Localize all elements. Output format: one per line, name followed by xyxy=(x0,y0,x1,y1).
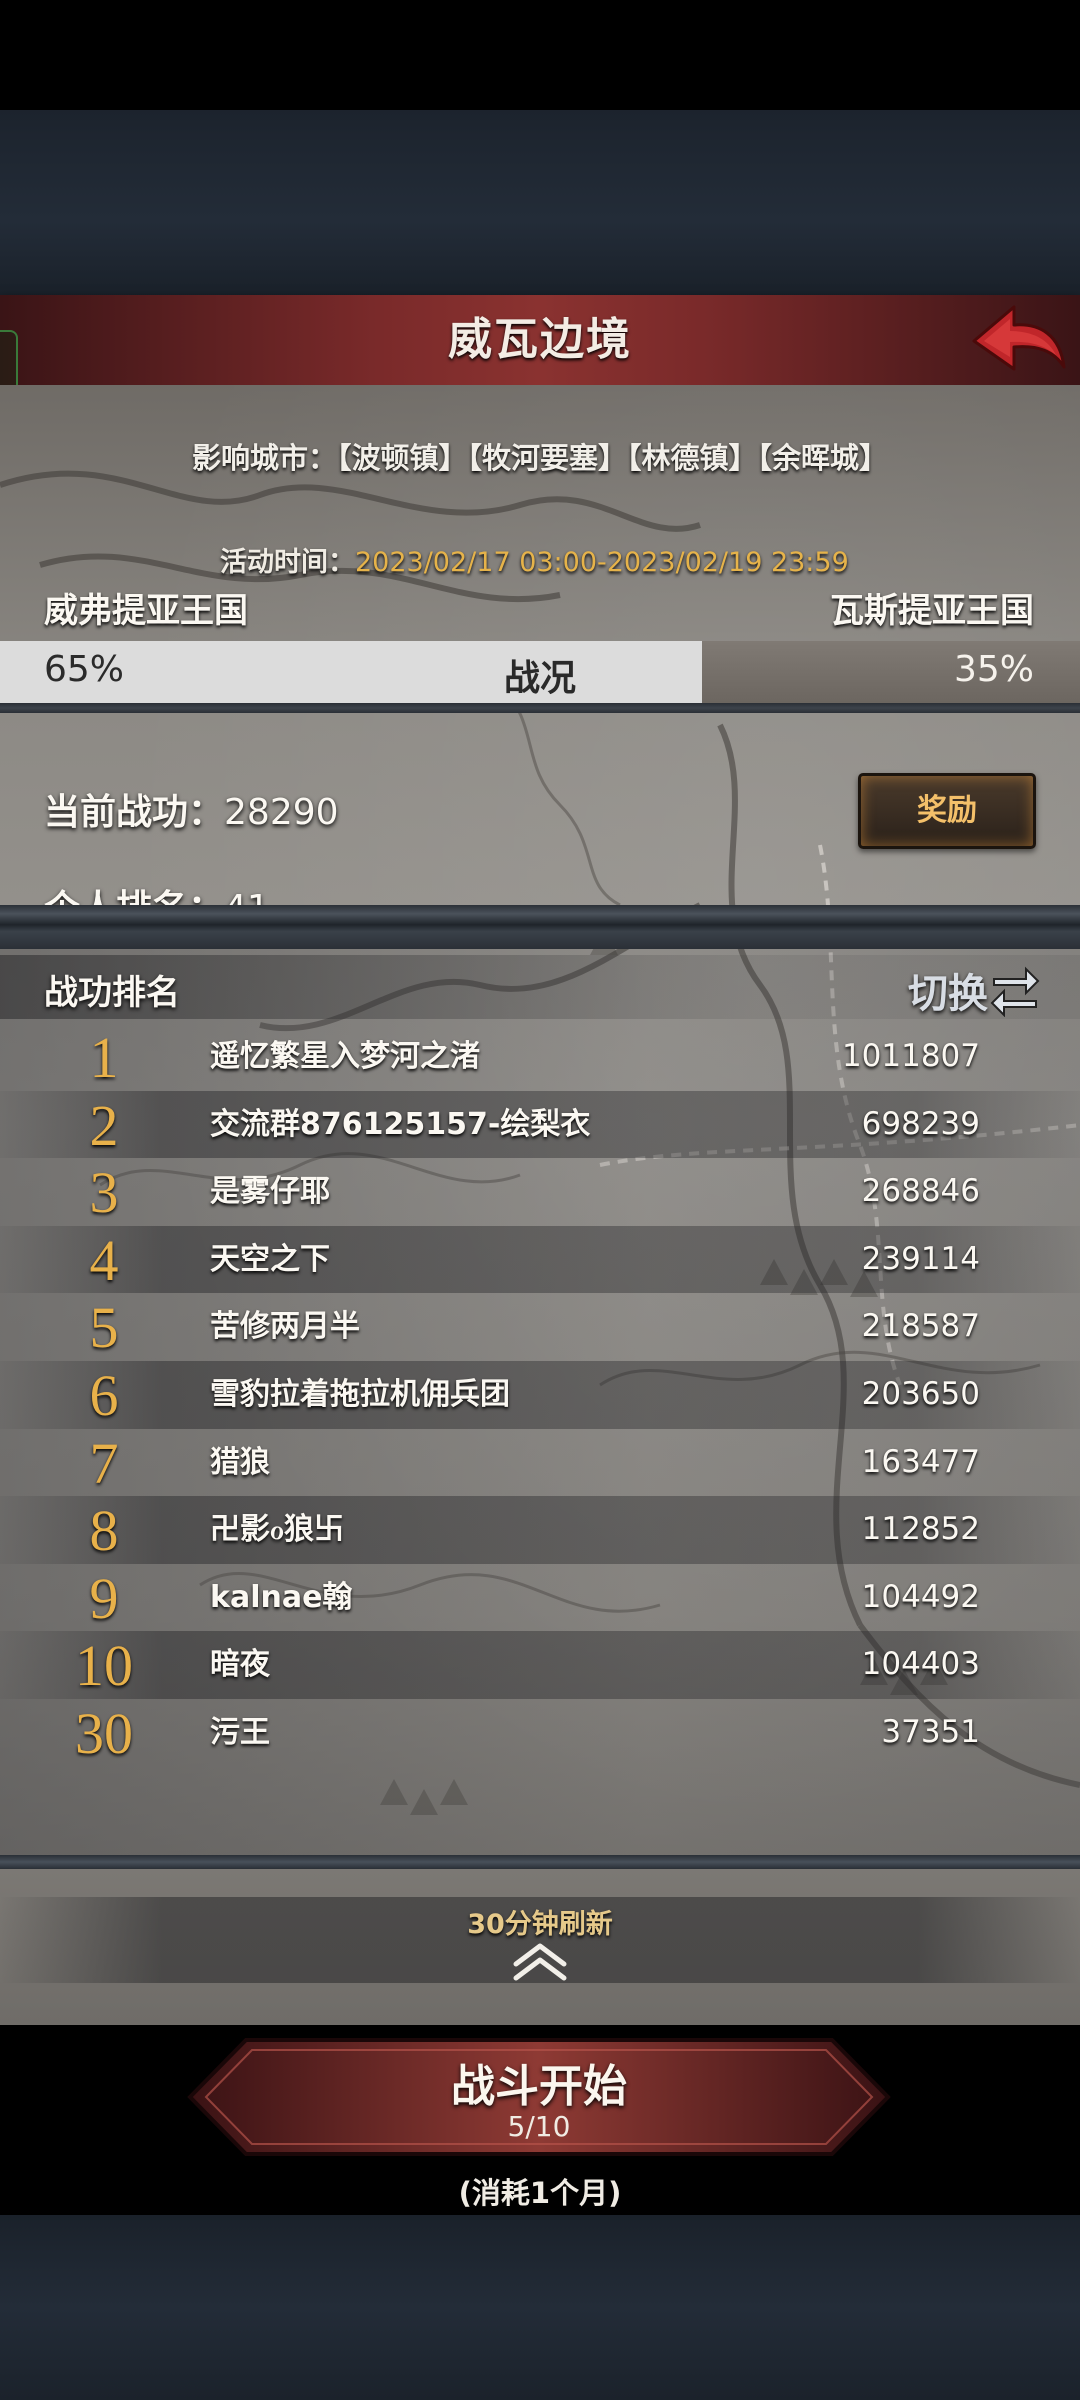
war-status-label: 战况 xyxy=(503,658,576,699)
player-merit-score: 203650 xyxy=(861,1375,980,1412)
ranking-position: 3 xyxy=(89,1160,119,1226)
ranking-title: 战功排名 xyxy=(44,973,180,1013)
influenced-cities-list: 【波顿镇】【牧河要塞】【林德镇】【余晖城】 xyxy=(337,441,889,475)
player-name: 雪豹拉着拖拉机佣兵团 xyxy=(210,1376,510,1412)
ranking-row[interactable]: 3 是雾仔耶 268846 xyxy=(0,1158,1080,1226)
player-name: 猎狼 xyxy=(210,1444,270,1480)
reward-button[interactable]: 奖励 xyxy=(858,773,1036,849)
bottom-stone-background xyxy=(0,2215,1080,2400)
right-kingdom-percent: 35% xyxy=(953,649,1034,690)
player-merit-score: 218587 xyxy=(861,1308,980,1345)
player-name: kalnae翰 xyxy=(210,1579,353,1615)
ranking-row[interactable]: 2 交流群876125157-绘梨衣 698239 xyxy=(0,1090,1080,1159)
ranking-position: 4 xyxy=(89,1227,119,1293)
refresh-note: 30分钟刷新 xyxy=(467,1909,613,1940)
divider xyxy=(0,703,1080,713)
ranking-row[interactable]: 30 污王 37351 xyxy=(0,1699,1080,1767)
battle-cost: (消耗1个月) xyxy=(458,2176,622,2210)
ranking-row[interactable]: 7 猎狼 163477 xyxy=(0,1429,1080,1497)
ranking-row[interactable]: 8 卍影ℴ狼卐 112852 xyxy=(0,1496,1080,1564)
ranking-position: 6 xyxy=(89,1362,119,1428)
map-background: 影响城市：【波顿镇】【牧河要塞】【林德镇】【余晖城】 活动时间：2023/02/… xyxy=(0,385,1080,2025)
ranking-row[interactable]: 9 kalnae翰 104492 xyxy=(0,1564,1080,1632)
swap-arrows-icon[interactable] xyxy=(990,963,1040,1017)
back-arrow-icon xyxy=(972,305,1066,371)
ranking-position: 8 xyxy=(89,1498,119,1564)
player-name: 苦修两月半 xyxy=(210,1309,360,1345)
ranking-position: 30 xyxy=(75,1700,133,1766)
player-merit-score: 112852 xyxy=(861,1511,980,1548)
ranking-position: 5 xyxy=(89,1295,119,1361)
merit-ranking-panel: 战功排名 切换 1 遥忆繁星入梦河之渚 1011807 2 交流群876125157-绘… xyxy=(0,949,1080,1857)
player-merit-score: 104403 xyxy=(861,1646,980,1683)
ranking-position: 10 xyxy=(75,1633,133,1699)
left-kingdom-name: 威弗提亚王国 xyxy=(44,591,248,631)
ranking-row[interactable]: 5 苦修两月半 218587 xyxy=(0,1293,1080,1361)
activity-time-label: 活动时间： xyxy=(220,547,355,578)
back-button[interactable] xyxy=(968,301,1068,379)
player-merit-score: 1011807 xyxy=(841,1038,980,1074)
page-title: 威瓦边境 xyxy=(448,314,632,365)
player-name: 卍影ℴ狼卐 xyxy=(210,1512,344,1548)
influenced-cities: 影响城市：【波顿镇】【牧河要塞】【林德镇】【余晖城】 xyxy=(0,435,1080,477)
player-name: 交流群876125157-绘梨衣 xyxy=(210,1106,591,1142)
ranking-row[interactable]: 1 遥忆繁星入梦河之渚 1011807 xyxy=(0,1023,1080,1091)
chevron-up-icon[interactable] xyxy=(510,1940,570,1982)
current-merit-value: 28290 xyxy=(224,792,339,833)
top-letterbox xyxy=(0,0,1080,110)
switch-button[interactable]: 切换 xyxy=(908,961,988,1019)
current-merit-label: 当前战功： xyxy=(44,792,225,833)
player-name: 遥忆繁星入梦河之渚 xyxy=(210,1039,480,1074)
section-divider xyxy=(0,905,1080,949)
activity-time-value: 2023/02/17 03:00-2023/02/19 23:59 xyxy=(355,547,849,578)
ranking-row[interactable]: 4 天空之下 239114 xyxy=(0,1225,1080,1294)
ranking-list: 1 遥忆繁星入梦河之渚 1011807 2 交流群876125157-绘梨衣 698239… xyxy=(0,1023,1080,1767)
ranking-position: 7 xyxy=(89,1430,119,1496)
player-merit-score: 239114 xyxy=(861,1240,980,1277)
top-stone-background xyxy=(0,110,1080,295)
right-kingdom-name: 瓦斯提亚王国 xyxy=(830,591,1034,631)
player-merit-score: 37351 xyxy=(881,1713,980,1750)
war-status-bar: 65% 战况 35% xyxy=(0,641,1080,703)
activity-time: 活动时间：2023/02/17 03:00-2023/02/19 23:59 xyxy=(220,540,849,579)
ranking-position: 2 xyxy=(89,1092,119,1158)
battle-count: 5/10 xyxy=(507,2110,571,2143)
ranking-row[interactable]: 10 暗夜 104403 xyxy=(0,1631,1080,1699)
ranking-position: 9 xyxy=(89,1565,119,1631)
player-name: 污王 xyxy=(210,1714,270,1750)
influenced-cities-label: 影响城市： xyxy=(191,441,337,475)
player-name: 天空之下 xyxy=(210,1241,330,1277)
panel-bottom-divider xyxy=(0,1855,1080,1869)
title-bar: 威瓦边境 xyxy=(0,295,1080,388)
player-name: 是雾仔耶 xyxy=(210,1174,330,1210)
ranking-row[interactable]: 6 雪豹拉着拖拉机佣兵团 203650 xyxy=(0,1360,1080,1429)
current-merit: 当前战功：28290 xyxy=(44,783,339,835)
player-name: 暗夜 xyxy=(210,1647,270,1683)
battle-start-label: 战斗开始 xyxy=(451,2061,627,2112)
ranking-position: 1 xyxy=(89,1025,119,1090)
player-merit-score: 268846 xyxy=(861,1173,980,1210)
player-merit-score: 163477 xyxy=(861,1443,980,1480)
player-merit-score: 104492 xyxy=(861,1578,980,1615)
player-merit-score: 698239 xyxy=(861,1105,980,1142)
